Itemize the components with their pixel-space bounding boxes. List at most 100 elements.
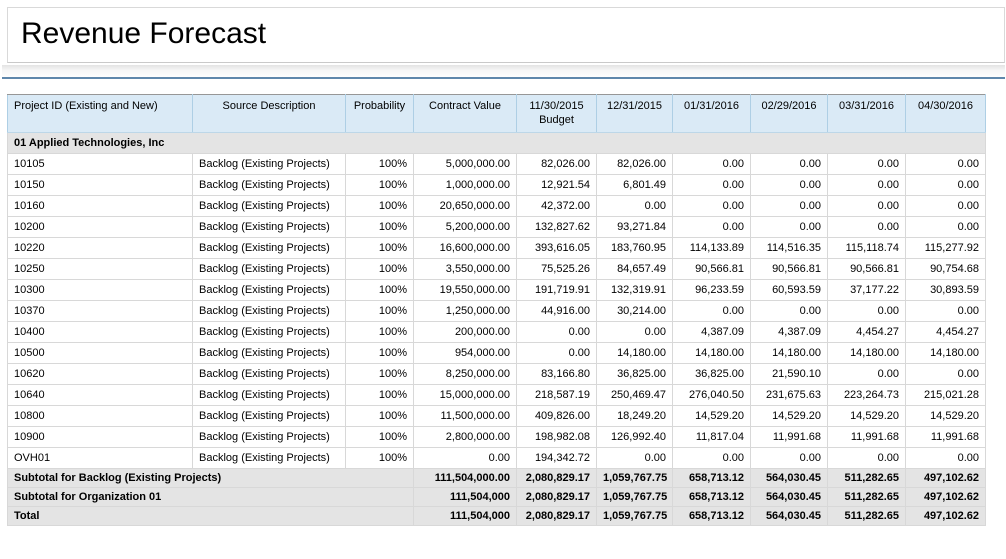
period-value-cell: 0.00: [906, 448, 986, 469]
period-value-cell: 218,587.19: [517, 385, 597, 406]
column-header: 12/31/2015: [597, 95, 673, 133]
period-value-cell: 0.00: [906, 196, 986, 217]
group-header-row: 01 Applied Technologies, Inc: [8, 133, 986, 154]
source-description-cell: Backlog (Existing Projects): [193, 280, 346, 301]
period-value-cell: 82,026.00: [597, 154, 673, 175]
contract-value-cell: 2,800,000.00: [414, 427, 517, 448]
project-id-cell: 10400: [8, 322, 193, 343]
column-header: 01/31/2016: [673, 95, 751, 133]
period-value-cell: 0.00: [517, 343, 597, 364]
project-id-cell: 10800: [8, 406, 193, 427]
probability-cell: 100%: [346, 385, 414, 406]
probability-cell: 100%: [346, 175, 414, 196]
period-value-cell: 409,826.00: [517, 406, 597, 427]
period-value-cell: 115,277.92: [906, 238, 986, 259]
period-value-cell: 0.00: [751, 196, 828, 217]
project-id-cell: 10900: [8, 427, 193, 448]
probability-cell: 100%: [346, 427, 414, 448]
period-value-cell: 126,992.40: [597, 427, 673, 448]
period-value-cell: 21,590.10: [751, 364, 828, 385]
header-row: Project ID (Existing and New)Source Desc…: [8, 95, 986, 133]
source-description-cell: Backlog (Existing Projects): [193, 238, 346, 259]
probability-cell: 100%: [346, 301, 414, 322]
period-value-cell: 60,593.59: [751, 280, 828, 301]
period-value-cell: 0.00: [906, 364, 986, 385]
summary-period-value-cell: 658,713.12: [673, 488, 751, 507]
period-value-cell: 0.00: [828, 196, 906, 217]
table-row: 10150Backlog (Existing Projects)100%1,00…: [8, 175, 986, 196]
summary-period-value-cell: 1,059,767.75: [597, 507, 673, 526]
table-row: 10300Backlog (Existing Projects)100%19,5…: [8, 280, 986, 301]
probability-cell: 100%: [346, 322, 414, 343]
summary-period-value-cell: 511,282.65: [828, 507, 906, 526]
project-id-cell: 10640: [8, 385, 193, 406]
period-value-cell: 0.00: [906, 154, 986, 175]
period-value-cell: 223,264.73: [828, 385, 906, 406]
period-value-cell: 14,180.00: [906, 343, 986, 364]
period-value-cell: 0.00: [751, 217, 828, 238]
summary-period-value-cell: 2,080,829.17: [517, 507, 597, 526]
summary-period-value-cell: 564,030.45: [751, 488, 828, 507]
period-value-cell: 0.00: [828, 217, 906, 238]
table-row: 10160Backlog (Existing Projects)100%20,6…: [8, 196, 986, 217]
table-row: 10900Backlog (Existing Projects)100%2,80…: [8, 427, 986, 448]
contract-value-cell: 15,000,000.00: [414, 385, 517, 406]
summary-label-cell: Subtotal for Organization 01: [8, 488, 414, 507]
summary-contract-value-cell: 111,504,000: [414, 507, 517, 526]
summary-period-value-cell: 497,102.62: [906, 469, 986, 488]
summary-row: Total111,504,0002,080,829.171,059,767.75…: [8, 507, 986, 526]
source-description-cell: Backlog (Existing Projects): [193, 259, 346, 280]
summary-label-cell: Total: [8, 507, 414, 526]
period-value-cell: 0.00: [906, 175, 986, 196]
period-value-cell: 114,516.35: [751, 238, 828, 259]
period-value-cell: 0.00: [597, 448, 673, 469]
project-id-cell: 10300: [8, 280, 193, 301]
column-header: Source Description: [193, 95, 346, 133]
source-description-cell: Backlog (Existing Projects): [193, 406, 346, 427]
contract-value-cell: 1,000,000.00: [414, 175, 517, 196]
table-row: OVH01Backlog (Existing Projects)100%0.00…: [8, 448, 986, 469]
summary-row: Subtotal for Organization 01111,504,0002…: [8, 488, 986, 507]
probability-cell: 100%: [346, 154, 414, 175]
period-value-cell: 0.00: [751, 175, 828, 196]
project-id-cell: 10105: [8, 154, 193, 175]
contract-value-cell: 16,600,000.00: [414, 238, 517, 259]
period-value-cell: 132,319.91: [597, 280, 673, 301]
period-value-cell: 14,529.20: [673, 406, 751, 427]
period-value-cell: 183,760.95: [597, 238, 673, 259]
period-value-cell: 115,118.74: [828, 238, 906, 259]
period-value-cell: 276,040.50: [673, 385, 751, 406]
period-value-cell: 0.00: [673, 217, 751, 238]
project-id-cell: 10250: [8, 259, 193, 280]
period-value-cell: 14,180.00: [828, 343, 906, 364]
period-value-cell: 0.00: [906, 301, 986, 322]
period-value-cell: 90,566.81: [673, 259, 751, 280]
source-description-cell: Backlog (Existing Projects): [193, 322, 346, 343]
summary-label-cell: Subtotal for Backlog (Existing Projects): [8, 469, 414, 488]
contract-value-cell: 954,000.00: [414, 343, 517, 364]
summary-period-value-cell: 658,713.12: [673, 469, 751, 488]
period-value-cell: 0.00: [751, 301, 828, 322]
period-value-cell: 90,754.68: [906, 259, 986, 280]
source-description-cell: Backlog (Existing Projects): [193, 448, 346, 469]
summary-period-value-cell: 1,059,767.75: [597, 488, 673, 507]
project-id-cell: 10160: [8, 196, 193, 217]
period-value-cell: 11,991.68: [751, 427, 828, 448]
source-description-cell: Backlog (Existing Projects): [193, 343, 346, 364]
summary-period-value-cell: 564,030.45: [751, 469, 828, 488]
period-value-cell: 14,529.20: [906, 406, 986, 427]
period-value-cell: 44,916.00: [517, 301, 597, 322]
summary-period-value-cell: 2,080,829.17: [517, 488, 597, 507]
project-id-cell: OVH01: [8, 448, 193, 469]
period-value-cell: 14,180.00: [597, 343, 673, 364]
contract-value-cell: 11,500,000.00: [414, 406, 517, 427]
table-row: 10500Backlog (Existing Projects)100%954,…: [8, 343, 986, 364]
period-value-cell: 6,801.49: [597, 175, 673, 196]
table-row: 10800Backlog (Existing Projects)100%11,5…: [8, 406, 986, 427]
period-value-cell: 4,387.09: [751, 322, 828, 343]
summary-period-value-cell: 511,282.65: [828, 488, 906, 507]
period-value-cell: 82,026.00: [517, 154, 597, 175]
contract-value-cell: 20,650,000.00: [414, 196, 517, 217]
period-value-cell: 11,817.04: [673, 427, 751, 448]
period-value-cell: 14,180.00: [751, 343, 828, 364]
